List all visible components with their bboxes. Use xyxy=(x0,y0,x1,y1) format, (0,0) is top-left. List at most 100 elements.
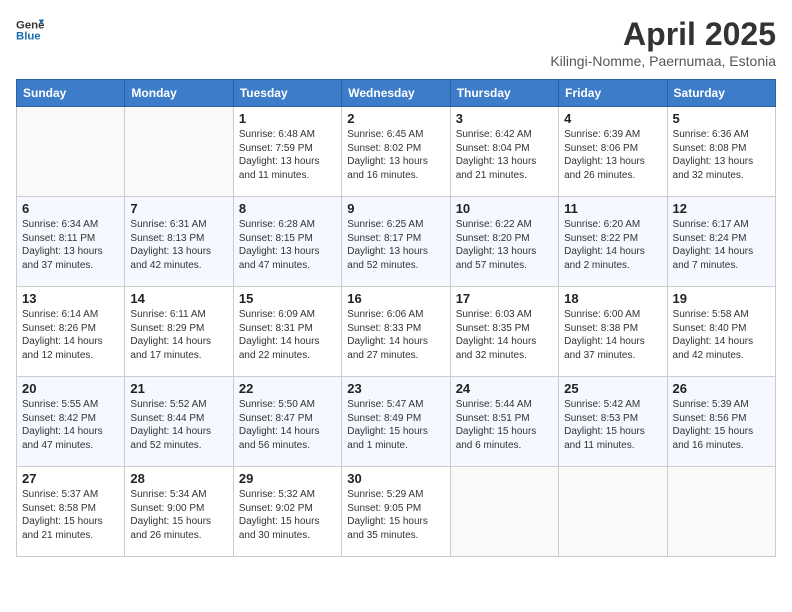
day-info: Sunrise: 5:34 AM Sunset: 9:00 PM Dayligh… xyxy=(130,488,227,542)
day-info: Sunrise: 6:39 AM Sunset: 8:06 PM Dayligh… xyxy=(564,128,661,182)
weekday-header-thursday: Thursday xyxy=(450,80,558,107)
weekday-header-row: SundayMondayTuesdayWednesdayThursdayFrid… xyxy=(17,80,776,107)
day-number: 12 xyxy=(673,201,770,216)
calendar-cell: 13 Sunrise: 6:14 AM Sunset: 8:26 PM Dayli… xyxy=(17,287,125,377)
day-info: Sunrise: 6:03 AM Sunset: 8:35 PM Dayligh… xyxy=(456,308,553,362)
svg-text:Blue: Blue xyxy=(16,31,41,43)
day-number: 18 xyxy=(564,291,661,306)
calendar-cell: 29 Sunrise: 5:32 AM Sunset: 9:02 PM Dayli… xyxy=(233,467,341,557)
calendar-week-row: 6 Sunrise: 6:34 AM Sunset: 8:11 PM Daylig… xyxy=(17,197,776,287)
calendar-cell: 2 Sunrise: 6:45 AM Sunset: 8:02 PM Daylig… xyxy=(342,107,450,197)
day-number: 7 xyxy=(130,201,227,216)
day-number: 20 xyxy=(22,381,119,396)
day-number: 30 xyxy=(347,471,444,486)
day-number: 15 xyxy=(239,291,336,306)
day-info: Sunrise: 6:36 AM Sunset: 8:08 PM Dayligh… xyxy=(673,128,770,182)
calendar-cell: 4 Sunrise: 6:39 AM Sunset: 8:06 PM Daylig… xyxy=(559,107,667,197)
day-info: Sunrise: 6:14 AM Sunset: 8:26 PM Dayligh… xyxy=(22,308,119,362)
day-info: Sunrise: 6:06 AM Sunset: 8:33 PM Dayligh… xyxy=(347,308,444,362)
calendar-cell: 15 Sunrise: 6:09 AM Sunset: 8:31 PM Dayli… xyxy=(233,287,341,377)
day-number: 14 xyxy=(130,291,227,306)
day-number: 13 xyxy=(22,291,119,306)
calendar-title: April 2025 xyxy=(550,16,776,53)
day-number: 10 xyxy=(456,201,553,216)
calendar-week-row: 1Sunrise: 6:48 AM Sunset: 7:59 PM Daylig… xyxy=(17,107,776,197)
calendar-cell xyxy=(17,107,125,197)
calendar-cell: 7 Sunrise: 6:31 AM Sunset: 8:13 PM Daylig… xyxy=(125,197,233,287)
day-number: 29 xyxy=(239,471,336,486)
calendar-cell: 5 Sunrise: 6:36 AM Sunset: 8:08 PM Daylig… xyxy=(667,107,775,197)
day-number: 19 xyxy=(673,291,770,306)
day-info: Sunrise: 6:31 AM Sunset: 8:13 PM Dayligh… xyxy=(130,218,227,272)
day-number: 25 xyxy=(564,381,661,396)
day-info: Sunrise: 6:20 AM Sunset: 8:22 PM Dayligh… xyxy=(564,218,661,272)
day-info: Sunrise: 6:45 AM Sunset: 8:02 PM Dayligh… xyxy=(347,128,444,182)
calendar-cell: 21Sunrise: 5:52 AM Sunset: 8:44 PM Dayli… xyxy=(125,377,233,467)
calendar-cell: 1Sunrise: 6:48 AM Sunset: 7:59 PM Daylig… xyxy=(233,107,341,197)
day-info: Sunrise: 5:39 AM Sunset: 8:56 PM Dayligh… xyxy=(673,398,770,452)
day-number: 2 xyxy=(347,111,444,126)
calendar-header: SundayMondayTuesdayWednesdayThursdayFrid… xyxy=(17,80,776,107)
calendar-week-row: 27Sunrise: 5:37 AM Sunset: 8:58 PM Dayli… xyxy=(17,467,776,557)
day-info: Sunrise: 5:44 AM Sunset: 8:51 PM Dayligh… xyxy=(456,398,553,452)
day-number: 9 xyxy=(347,201,444,216)
calendar-week-row: 13 Sunrise: 6:14 AM Sunset: 8:26 PM Dayli… xyxy=(17,287,776,377)
day-number: 17 xyxy=(456,291,553,306)
day-info: Sunrise: 5:47 AM Sunset: 8:49 PM Dayligh… xyxy=(347,398,444,452)
calendar-cell xyxy=(559,467,667,557)
calendar-cell: 20 Sunrise: 5:55 AM Sunset: 8:42 PM Dayli… xyxy=(17,377,125,467)
day-info: Sunrise: 6:09 AM Sunset: 8:31 PM Dayligh… xyxy=(239,308,336,362)
day-info: Sunrise: 6:42 AM Sunset: 8:04 PM Dayligh… xyxy=(456,128,553,182)
day-info: Sunrise: 6:48 AM Sunset: 7:59 PM Dayligh… xyxy=(239,128,336,182)
weekday-header-sunday: Sunday xyxy=(17,80,125,107)
calendar-cell: 9Sunrise: 6:25 AM Sunset: 8:17 PM Daylig… xyxy=(342,197,450,287)
weekday-header-monday: Monday xyxy=(125,80,233,107)
day-info: Sunrise: 5:42 AM Sunset: 8:53 PM Dayligh… xyxy=(564,398,661,452)
title-block: April 2025 Kilingi-Nomme, Paernumaa, Est… xyxy=(550,16,776,69)
calendar-subtitle: Kilingi-Nomme, Paernumaa, Estonia xyxy=(550,53,776,69)
calendar-cell xyxy=(450,467,558,557)
calendar-week-row: 20 Sunrise: 5:55 AM Sunset: 8:42 PM Dayli… xyxy=(17,377,776,467)
calendar-cell xyxy=(667,467,775,557)
calendar-cell: 27Sunrise: 5:37 AM Sunset: 8:58 PM Dayli… xyxy=(17,467,125,557)
calendar-cell: 12 Sunrise: 6:17 AM Sunset: 8:24 PM Dayli… xyxy=(667,197,775,287)
calendar-cell: 24 Sunrise: 5:44 AM Sunset: 8:51 PM Dayli… xyxy=(450,377,558,467)
calendar-cell xyxy=(125,107,233,197)
day-info: Sunrise: 5:37 AM Sunset: 8:58 PM Dayligh… xyxy=(22,488,119,542)
logo: General Blue xyxy=(16,16,44,44)
calendar-cell: 6 Sunrise: 6:34 AM Sunset: 8:11 PM Daylig… xyxy=(17,197,125,287)
day-number: 11 xyxy=(564,201,661,216)
day-info: Sunrise: 5:58 AM Sunset: 8:40 PM Dayligh… xyxy=(673,308,770,362)
calendar-cell: 18Sunrise: 6:00 AM Sunset: 8:38 PM Dayli… xyxy=(559,287,667,377)
day-number: 22 xyxy=(239,381,336,396)
day-number: 3 xyxy=(456,111,553,126)
weekday-header-tuesday: Tuesday xyxy=(233,80,341,107)
calendar-cell: 23Sunrise: 5:47 AM Sunset: 8:49 PM Dayli… xyxy=(342,377,450,467)
day-number: 21 xyxy=(130,381,227,396)
calendar-cell: 17 Sunrise: 6:03 AM Sunset: 8:35 PM Dayli… xyxy=(450,287,558,377)
weekday-header-friday: Friday xyxy=(559,80,667,107)
weekday-header-wednesday: Wednesday xyxy=(342,80,450,107)
calendar-cell: 28Sunrise: 5:34 AM Sunset: 9:00 PM Dayli… xyxy=(125,467,233,557)
day-info: Sunrise: 5:55 AM Sunset: 8:42 PM Dayligh… xyxy=(22,398,119,452)
day-number: 24 xyxy=(456,381,553,396)
weekday-header-saturday: Saturday xyxy=(667,80,775,107)
day-number: 4 xyxy=(564,111,661,126)
day-info: Sunrise: 6:11 AM Sunset: 8:29 PM Dayligh… xyxy=(130,308,227,362)
calendar-cell: 10Sunrise: 6:22 AM Sunset: 8:20 PM Dayli… xyxy=(450,197,558,287)
day-number: 5 xyxy=(673,111,770,126)
day-info: Sunrise: 6:34 AM Sunset: 8:11 PM Dayligh… xyxy=(22,218,119,272)
day-number: 6 xyxy=(22,201,119,216)
day-info: Sunrise: 5:32 AM Sunset: 9:02 PM Dayligh… xyxy=(239,488,336,542)
day-number: 8 xyxy=(239,201,336,216)
calendar-cell: 30Sunrise: 5:29 AM Sunset: 9:05 PM Dayli… xyxy=(342,467,450,557)
calendar-cell: 26Sunrise: 5:39 AM Sunset: 8:56 PM Dayli… xyxy=(667,377,775,467)
calendar-body: 1Sunrise: 6:48 AM Sunset: 7:59 PM Daylig… xyxy=(17,107,776,557)
calendar-table: SundayMondayTuesdayWednesdayThursdayFrid… xyxy=(16,79,776,557)
calendar-cell: 19 Sunrise: 5:58 AM Sunset: 8:40 PM Dayli… xyxy=(667,287,775,377)
day-info: Sunrise: 6:28 AM Sunset: 8:15 PM Dayligh… xyxy=(239,218,336,272)
day-info: Sunrise: 6:17 AM Sunset: 8:24 PM Dayligh… xyxy=(673,218,770,272)
day-info: Sunrise: 5:50 AM Sunset: 8:47 PM Dayligh… xyxy=(239,398,336,452)
calendar-cell: 25 Sunrise: 5:42 AM Sunset: 8:53 PM Dayli… xyxy=(559,377,667,467)
logo-icon: General Blue xyxy=(16,16,44,44)
